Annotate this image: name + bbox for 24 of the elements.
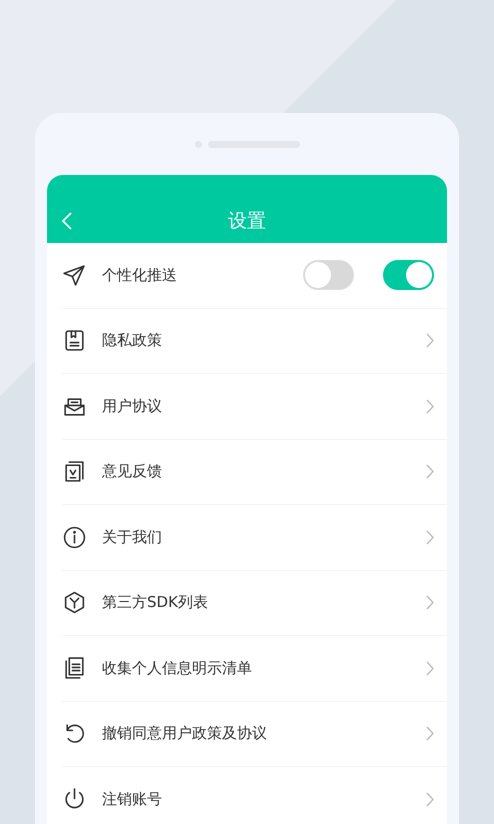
setting-label[interactable]: 隐私政策 [102,331,426,350]
setting-label[interactable]: 用户协议 [102,396,426,416]
back-icon[interactable] [61,211,73,231]
chevron-icon [426,464,434,480]
setting-label[interactable]: 关于我们 [102,528,426,547]
send-icon [62,262,87,288]
setting-label[interactable]: 个性化推送 [102,266,274,285]
chevron-icon [426,595,434,610]
hexagon-icon [62,590,87,616]
setting-label[interactable]: 意见反馈 [102,462,426,482]
setting-label[interactable]: 撤销同意用户政策及协议 [102,724,426,744]
setting-label[interactable]: 注销账号 [102,790,426,809]
chevron-icon [426,792,434,807]
chevron-icon [426,398,434,414]
chevron-icon [426,333,434,348]
chevron-icon [426,660,434,676]
toggle-switch[interactable] [383,260,434,290]
setting-label[interactable]: 第三方SDK列表 [102,593,426,612]
chevron-icon [426,726,434,742]
info-icon [62,524,87,550]
toggle-switch[interactable] [303,260,354,290]
chevron-icon [426,530,434,545]
page-title: 设置 [228,209,266,234]
setting-label[interactable]: 收集个人信息明示清单 [102,658,426,678]
